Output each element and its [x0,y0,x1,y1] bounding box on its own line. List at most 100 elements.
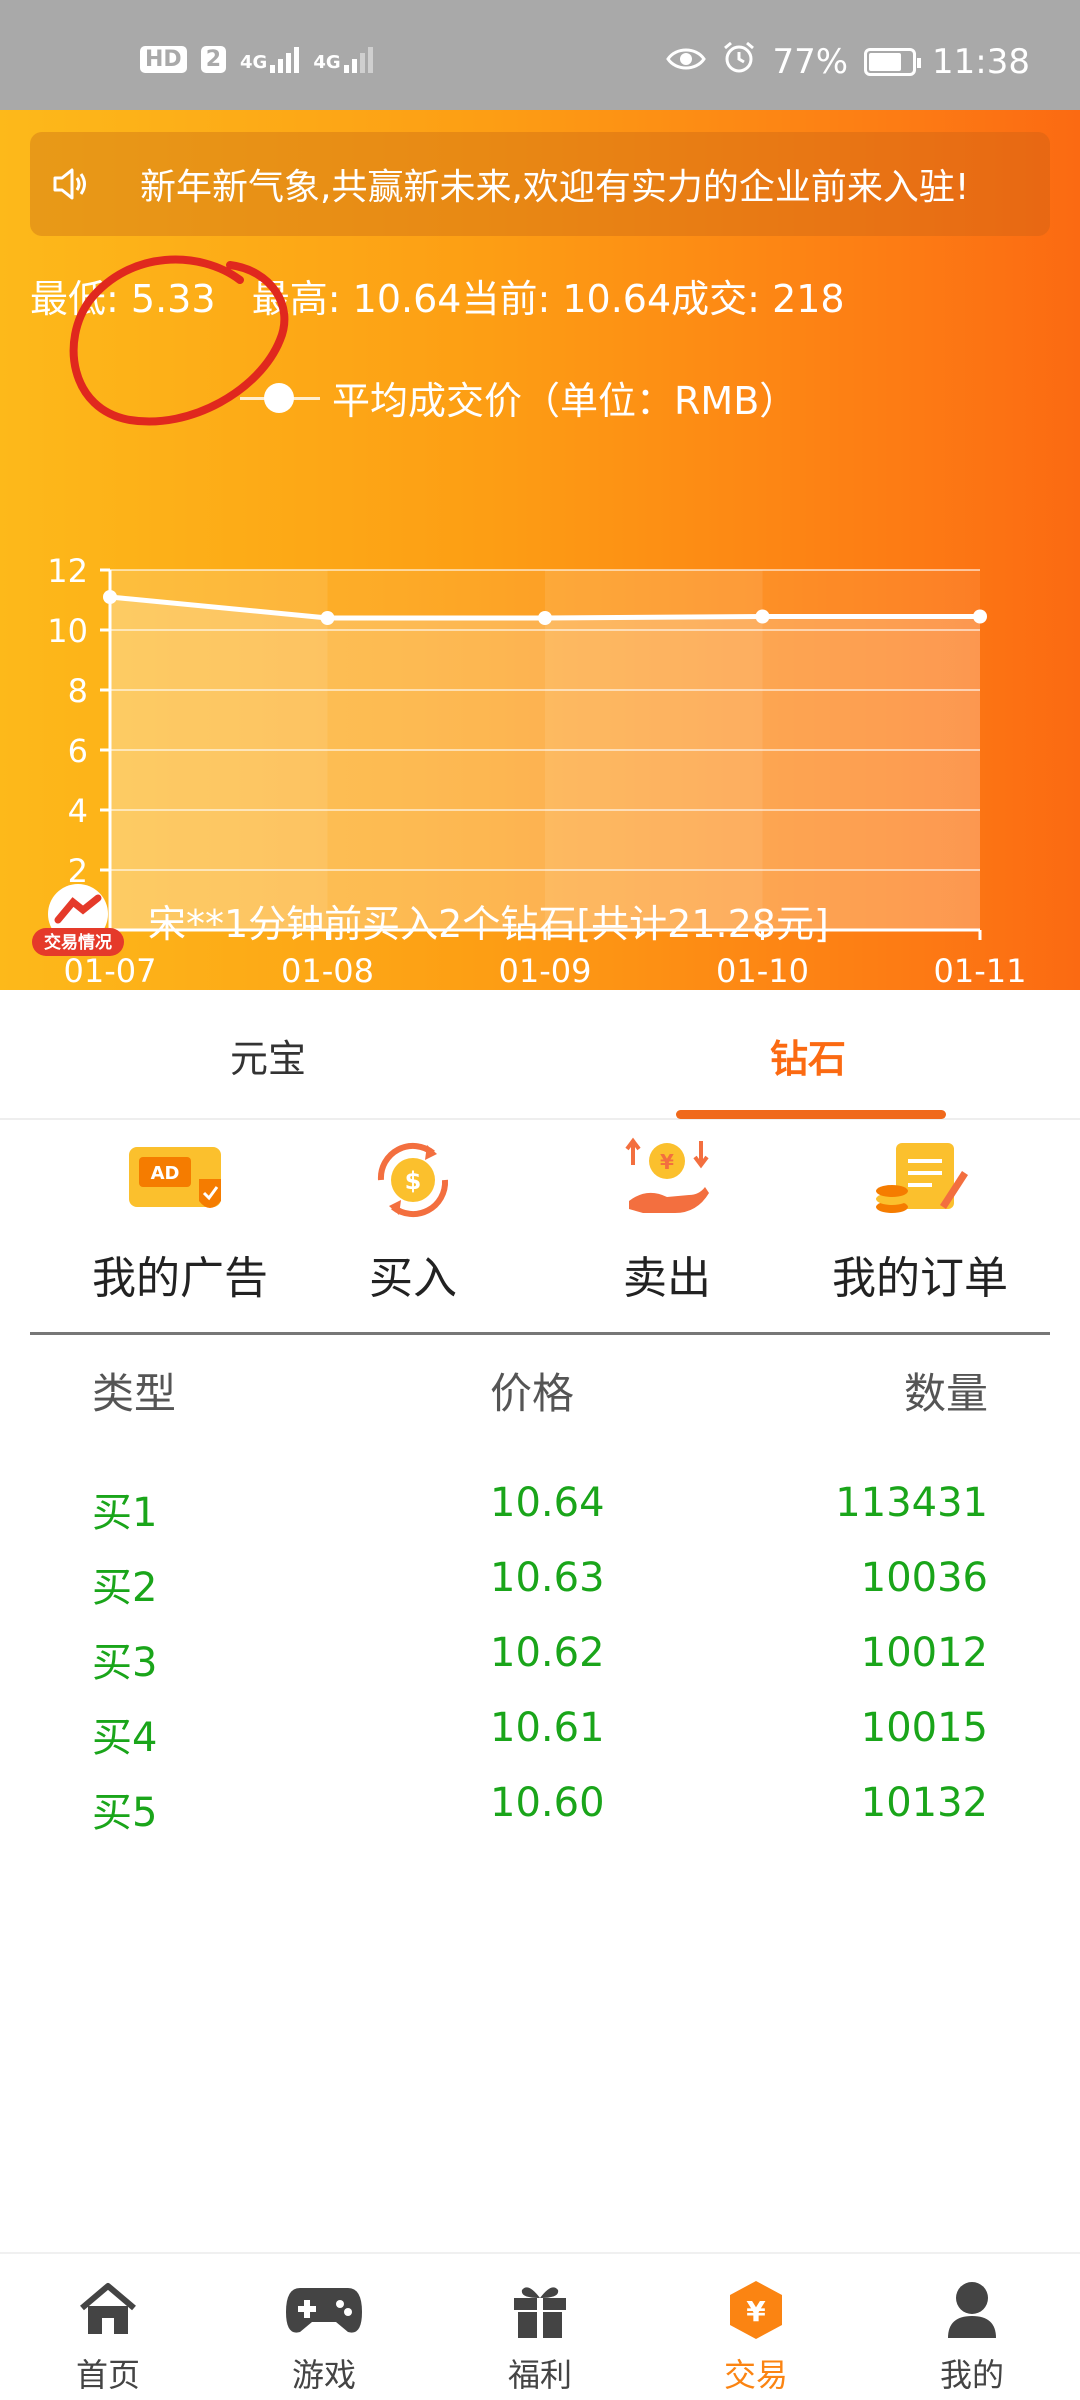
y-tick-label: 4 [68,792,88,830]
row-type: 买4 [92,1715,158,1761]
section-divider [30,1332,1050,1335]
nav-home[interactable]: 首页 [0,2278,216,2396]
nav-games-label: 游戏 [291,2356,356,2394]
svg-text:¥: ¥ [746,2295,766,2328]
bottom-nav: 首页 游戏 福利 ¥ 交易 我的 [0,2252,1080,2400]
row-price: 10.64 [490,1480,605,1526]
table-row[interactable]: 买5 10.60 10132 [0,1780,1080,1855]
notice-bar[interactable]: 新年新气象,共赢新未来,欢迎有实力的企业前来入驻! [30,132,1050,236]
buy-button[interactable]: $ 买入 [283,1130,543,1306]
status-left: HD 2 4G 4G [140,46,373,73]
chart-legend[interactable]: 平均成交价（单位：RMB） [240,370,797,425]
table-row[interactable]: 买3 10.62 10012 [0,1630,1080,1705]
row-qty: 113431 [835,1480,988,1526]
trade-feed: 交易情况 宋**1分钟前买入2个钻石[共计21.28元] [28,880,829,960]
data-point [320,611,335,625]
my-ads-label: 我的广告 [92,1253,268,1304]
nav-trade[interactable]: ¥ 交易 [648,2278,864,2396]
tab-diamond[interactable]: 钻石 [540,990,1080,1120]
speaker-icon [50,164,90,204]
nav-benefits-label: 福利 [507,2356,572,2394]
alarm-icon [722,40,756,83]
signal-icon: 4G [240,46,300,73]
high-value: 10.64 [352,277,462,321]
current-value: 10.64 [562,277,672,321]
x-tick-label: 01-11 [934,952,1027,990]
y-tick-label: 6 [68,732,88,770]
table-row[interactable]: 买1 10.64 113431 [0,1480,1080,1555]
header-price: 价格 [490,1369,575,1418]
row-price: 10.60 [490,1780,605,1826]
row-price: 10.62 [490,1630,605,1676]
nav-trade-label: 交易 [723,2356,788,2394]
active-tab-indicator [676,1110,946,1119]
row-type: 买2 [92,1565,158,1611]
trade-page: HD 2 4G 4G 77% 11:38 新年新气象,共赢新未来,欢迎有实力的企… [0,0,1080,2400]
y-tick-label: 10 [47,612,88,650]
order-book-table: 类型 价格 数量 买1 10.64 113431 买2 10.63 10036 … [0,1360,1080,1855]
row-price: 10.61 [490,1705,605,1751]
my-orders-label: 我的订单 [832,1253,1008,1304]
status-bar: HD 2 4G 4G 77% 11:38 [0,0,1080,110]
row-price: 10.63 [490,1555,605,1601]
table-row[interactable]: 买4 10.61 10015 [0,1705,1080,1780]
header-type: 类型 [92,1369,177,1418]
order-list-icon [790,1130,1050,1230]
legend-label: 平均成交价（单位：RMB） [332,379,798,423]
svg-text:¥: ¥ [660,1150,674,1174]
trade-feed-text: 宋**1分钟前买入2个钻石[共计21.28元] [148,901,829,946]
table-row[interactable]: 买2 10.63 10036 [0,1555,1080,1630]
nav-mine-label: 我的 [939,2356,1004,2394]
signal-icon-2: 4G [313,46,373,73]
ad-icon: AD [50,1130,310,1230]
data-point [973,609,987,624]
battery-percent: 77% [772,41,849,82]
clock: 11:38 [932,41,1030,82]
tab-yuanbao[interactable]: 元宝 [0,990,540,1120]
data-point [755,609,770,624]
nav-mine[interactable]: 我的 [864,2278,1080,2396]
user-icon [864,2278,1080,2342]
header-qty: 数量 [903,1369,988,1418]
y-tick-label: 12 [47,552,88,590]
gift-icon [432,2278,648,2342]
sim-badge: 2 [200,46,226,73]
hand-coin-icon: ¥ [537,1130,797,1230]
row-qty: 10012 [860,1630,988,1676]
gamepad-icon [216,2278,432,2342]
status-right: 77% 11:38 [666,40,1030,83]
coin-exchange-icon: $ [283,1130,543,1230]
data-point [538,611,552,625]
nav-games[interactable]: 游戏 [216,2278,432,2396]
table-header: 类型 价格 数量 [0,1360,1080,1460]
my-ads-button[interactable]: AD 我的广告 [50,1130,310,1306]
hd-badge: HD [140,46,187,73]
row-type: 买1 [92,1490,158,1536]
currency-tabs: 元宝 钻石 [0,990,1080,1120]
my-orders-button[interactable]: 我的订单 [790,1130,1050,1306]
svg-text:$: $ [405,1167,422,1195]
deal-value: 218 [772,277,845,321]
buy-label: 买入 [369,1253,457,1304]
current-label: 当前: [461,277,551,321]
nav-home-label: 首页 [75,2356,140,2394]
sell-button[interactable]: ¥ 卖出 [537,1130,797,1306]
table-body: 买1 10.64 113431 买2 10.63 10036 买3 10.62 … [0,1480,1080,1855]
y-tick-label: 8 [68,672,88,710]
row-qty: 10036 [860,1555,988,1601]
nav-benefits[interactable]: 福利 [432,2278,648,2396]
deal-label: 成交: [671,277,760,321]
network-type-2: 4G [313,51,341,73]
data-point [103,590,117,604]
trade-badge-label: 交易情况 [44,932,112,953]
sell-label: 卖出 [623,1253,711,1304]
svg-text:AD: AD [151,1163,180,1184]
trade-status-badge: 交易情况 [28,880,128,960]
notice-text: 新年新气象,共赢新未来,欢迎有实力的企业前来入驻! [140,167,970,208]
row-qty: 10132 [860,1780,988,1826]
eye-icon [666,42,707,82]
red-annotation-circle [69,255,289,426]
yuan-hexagon-icon: ¥ [648,2278,864,2342]
action-row: AD 我的广告 $ 买入 ¥ 卖出 我的订单 [0,1130,1080,1330]
price-header: 新年新气象,共赢新未来,欢迎有实力的企业前来入驻! 最低: 5.33 最高: 1… [0,110,1080,990]
